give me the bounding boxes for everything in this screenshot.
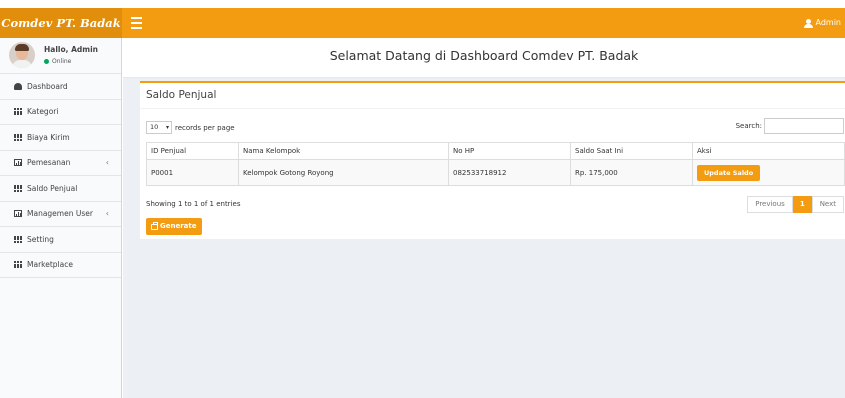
generate-label: Generate [160,222,197,230]
dashboard-icon [14,82,22,90]
chevron-left-icon: ‹ [105,209,109,219]
sidebar-item-label: Saldo Penjual [27,183,78,193]
user-menu[interactable]: Admin [803,8,845,38]
sidebar: Hallo, Admin Online Dashboard Kategori B… [0,38,122,398]
pagination: Previous 1 Next [747,196,844,213]
content-area: Selamat Datang di Dashboard Comdev PT. B… [123,38,845,398]
table-row: P0001 Kelompok Gotong Royong 08253371891… [146,159,845,186]
cell-aksi: Update Saldo [692,159,845,186]
user-menu-label: Admin [815,18,842,27]
page-button-current[interactable]: 1 [792,196,812,213]
grid-icon [14,184,22,192]
records-per-page-label: records per page [175,123,235,132]
previous-page-button[interactable]: Previous [747,196,793,213]
sidebar-item-label: Pemesanan [27,158,71,168]
online-status-icon [44,59,49,64]
avatar [9,42,35,68]
grid-icon [14,235,22,243]
user-status-label: Online [52,58,72,65]
sidebar-item-dashboard[interactable]: Dashboard [0,74,121,100]
sidebar-item-label: Managemen User [27,209,93,219]
records-per-page-control: 10 records per page [146,121,235,134]
column-header[interactable]: Nama Kelompok [238,142,449,160]
sidebar-item-kategori[interactable]: Kategori [0,100,121,125]
sidebar-item-managemen-user[interactable]: Managemen User ‹ [0,202,121,227]
divider [140,108,845,109]
box-title: Saldo Penjual [146,89,217,101]
grid-icon [14,261,22,269]
search-control: Search: [736,118,844,134]
cell-no-hp: 082533718912 [448,159,571,186]
top-header: Comdev PT. Badak Admin [0,8,845,38]
cell-id-penjual: P0001 [146,159,239,186]
search-label: Search: [735,122,762,130]
cell-nama-kelompok: Kelompok Gotong Royong [238,159,449,186]
user-name: Hallo, Admin [44,45,98,54]
print-icon [151,221,158,230]
grid-icon [14,133,22,141]
user-icon [803,18,813,28]
chart-icon [14,210,22,218]
brand-logo[interactable]: Comdev PT. Badak [0,8,122,38]
cell-saldo: Rp. 175,000 [570,159,693,186]
saldo-table: ID Penjual Nama Kelompok No HP Saldo Saa… [146,142,845,186]
user-panel: Hallo, Admin Online [0,38,121,74]
column-header[interactable]: No HP [448,142,571,160]
next-page-button[interactable]: Next [811,196,844,213]
sidebar-item-label: Setting [27,234,54,244]
sidebar-item-biaya-kirim[interactable]: Biaya Kirim [0,125,121,151]
sidebar-item-marketplace[interactable]: Marketplace [0,253,121,278]
table-header-row: ID Penjual Nama Kelompok No HP Saldo Saa… [146,142,845,160]
generate-button[interactable]: Generate [146,218,202,235]
sidebar-item-label: Kategori [27,107,59,117]
chevron-left-icon: ‹ [105,158,109,168]
sidebar-item-setting[interactable]: Setting [0,227,121,253]
table-info: Showing 1 to 1 of 1 entries [146,200,241,208]
sidebar-item-label: Marketplace [27,260,73,270]
column-header[interactable]: Aksi [692,142,845,160]
update-saldo-button[interactable]: Update Saldo [697,164,761,181]
sidebar-item-pemesanan[interactable]: Pemesanan ‹ [0,151,121,176]
column-header[interactable]: ID Penjual [146,142,239,160]
column-header[interactable]: Saldo Saat Ini [570,142,693,160]
user-status: Online [44,58,71,65]
saldo-box: Saldo Penjual 10 records per page Search… [140,81,845,239]
records-per-page-select[interactable]: 10 [146,121,172,134]
sidebar-item-label: Biaya Kirim [27,132,70,142]
sidebar-item-saldo-penjual[interactable]: Saldo Penjual [0,176,121,202]
sidebar-item-label: Dashboard [27,81,68,91]
grid-icon [14,108,22,116]
chart-icon [14,159,22,167]
search-input[interactable] [764,118,844,134]
sidebar-toggle-icon[interactable] [131,17,142,29]
page-title: Selamat Datang di Dashboard Comdev PT. B… [123,38,845,78]
